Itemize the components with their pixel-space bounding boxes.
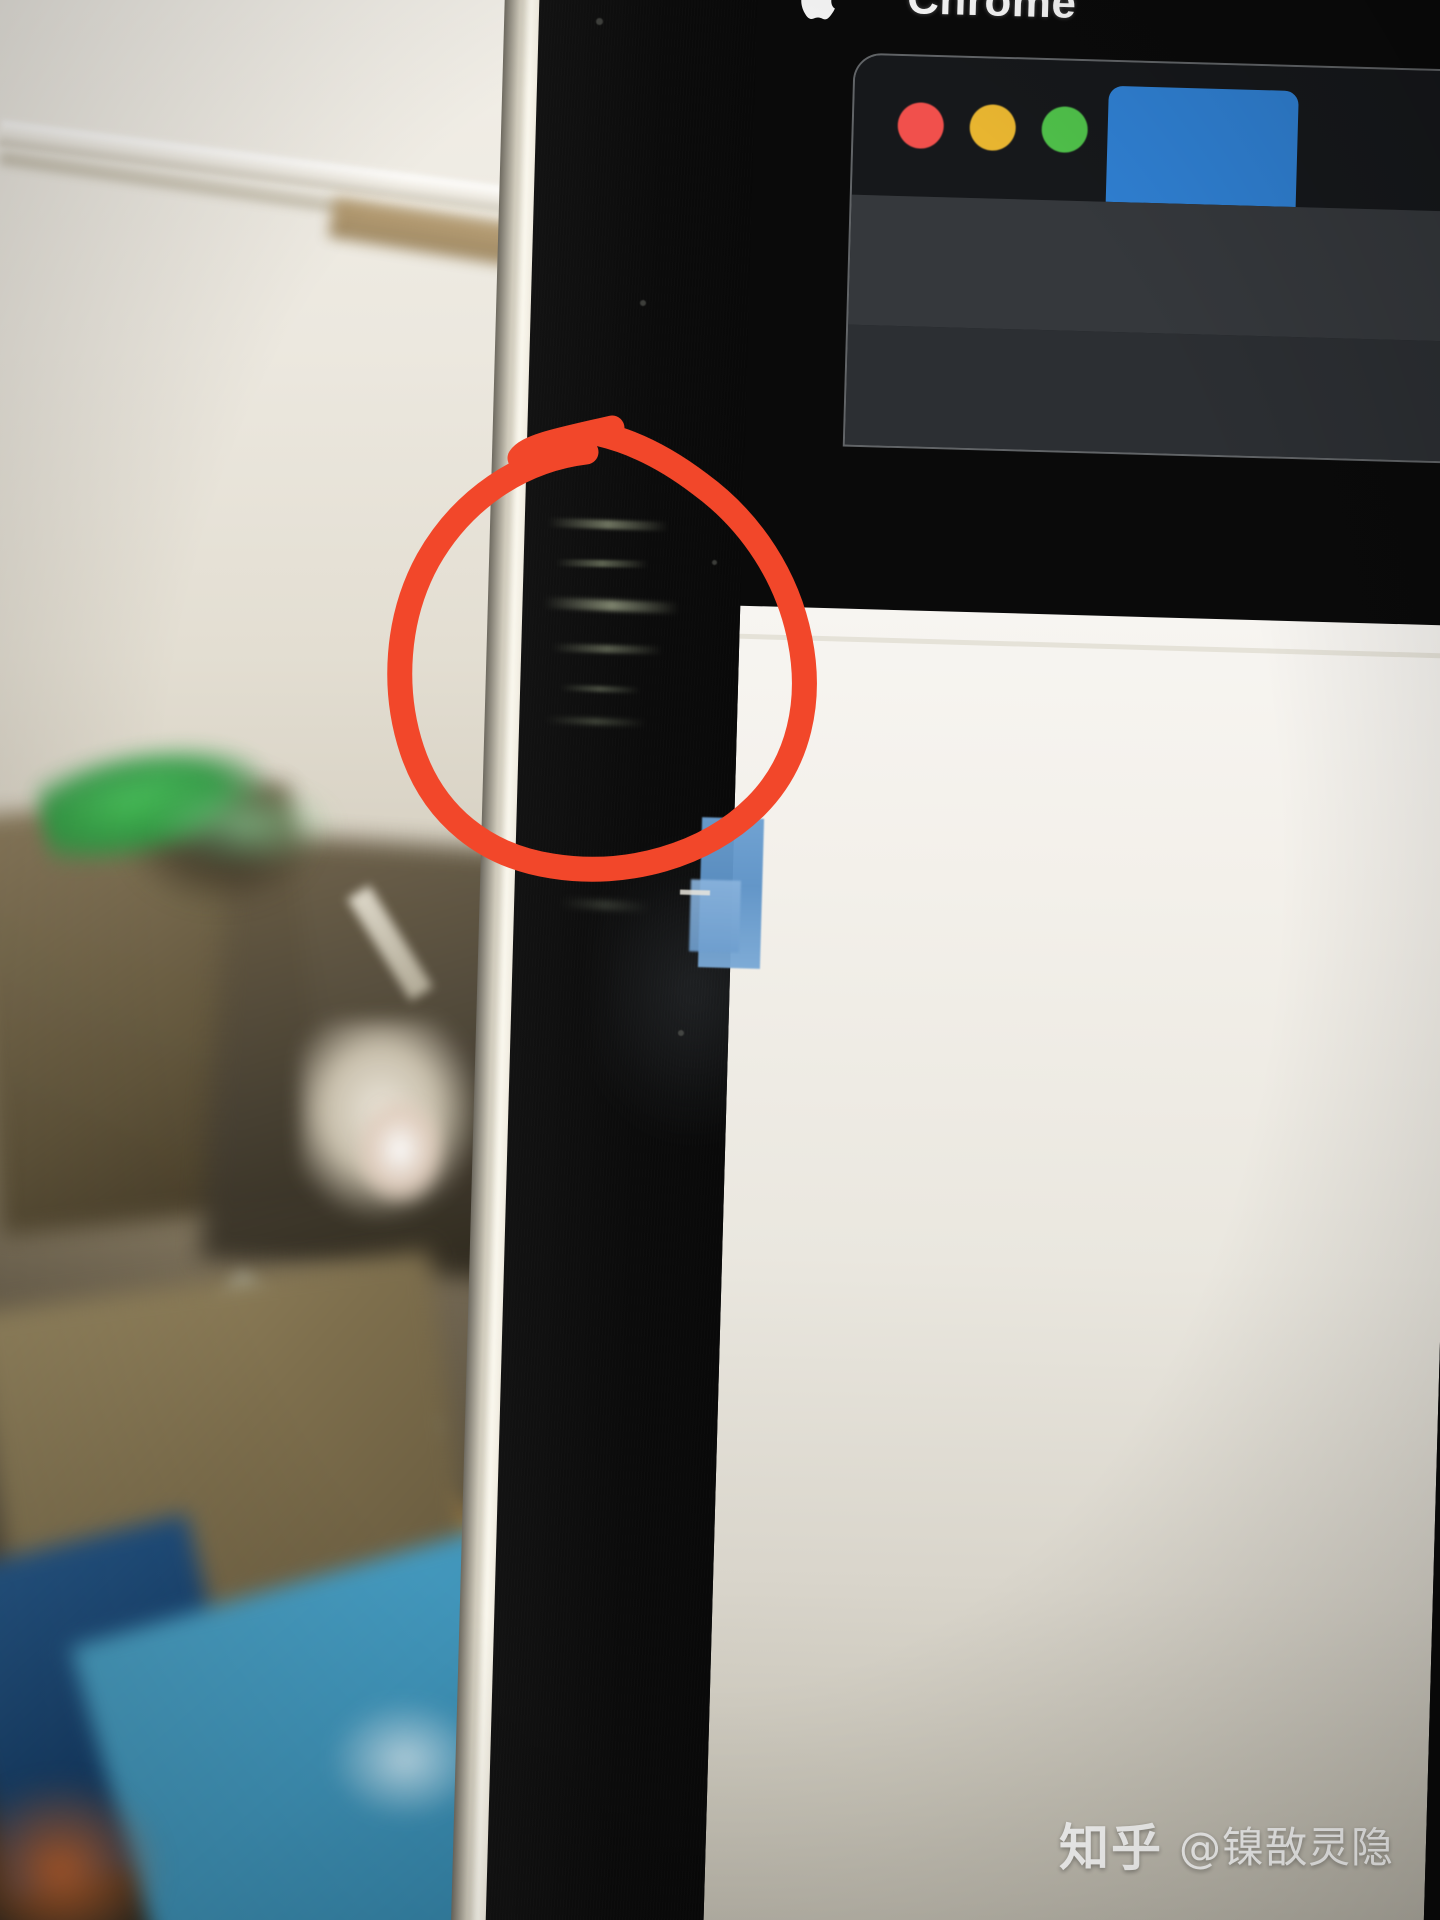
- dust-speck: [640, 300, 646, 306]
- minimize-button[interactable]: [969, 103, 1017, 152]
- photo-canvas: Chrome ← → ↻ 应用: [0, 0, 1440, 1920]
- dust-speck: [712, 560, 717, 565]
- chrome-active-tab[interactable]: [1105, 85, 1299, 208]
- laptop-screen: Chrome ← → ↻ 应用: [702, 0, 1440, 1920]
- apple-logo-icon[interactable]: [799, 0, 844, 26]
- chrome-tab-strip: [851, 54, 1440, 214]
- zoom-button[interactable]: [1041, 105, 1089, 154]
- chrome-window: ← → ↻ 应用: [844, 54, 1440, 464]
- web-page-background: [702, 605, 1440, 1920]
- chrome-bookmarks-bar: 应用: [844, 324, 1440, 464]
- dust-speck: [596, 18, 603, 25]
- dust-speck: [678, 1030, 684, 1036]
- page-light-tick: [679, 889, 711, 896]
- menubar-app-name[interactable]: Chrome: [907, 0, 1078, 29]
- chrome-toolbar: ← → ↻: [848, 194, 1440, 448]
- zhihu-username: @镍敔灵隐: [1178, 1822, 1394, 1872]
- zhihu-watermark: 知乎 @镍敔灵隐: [1059, 1808, 1394, 1880]
- close-button[interactable]: [897, 101, 945, 150]
- zhihu-logo: 知乎: [1058, 1819, 1163, 1877]
